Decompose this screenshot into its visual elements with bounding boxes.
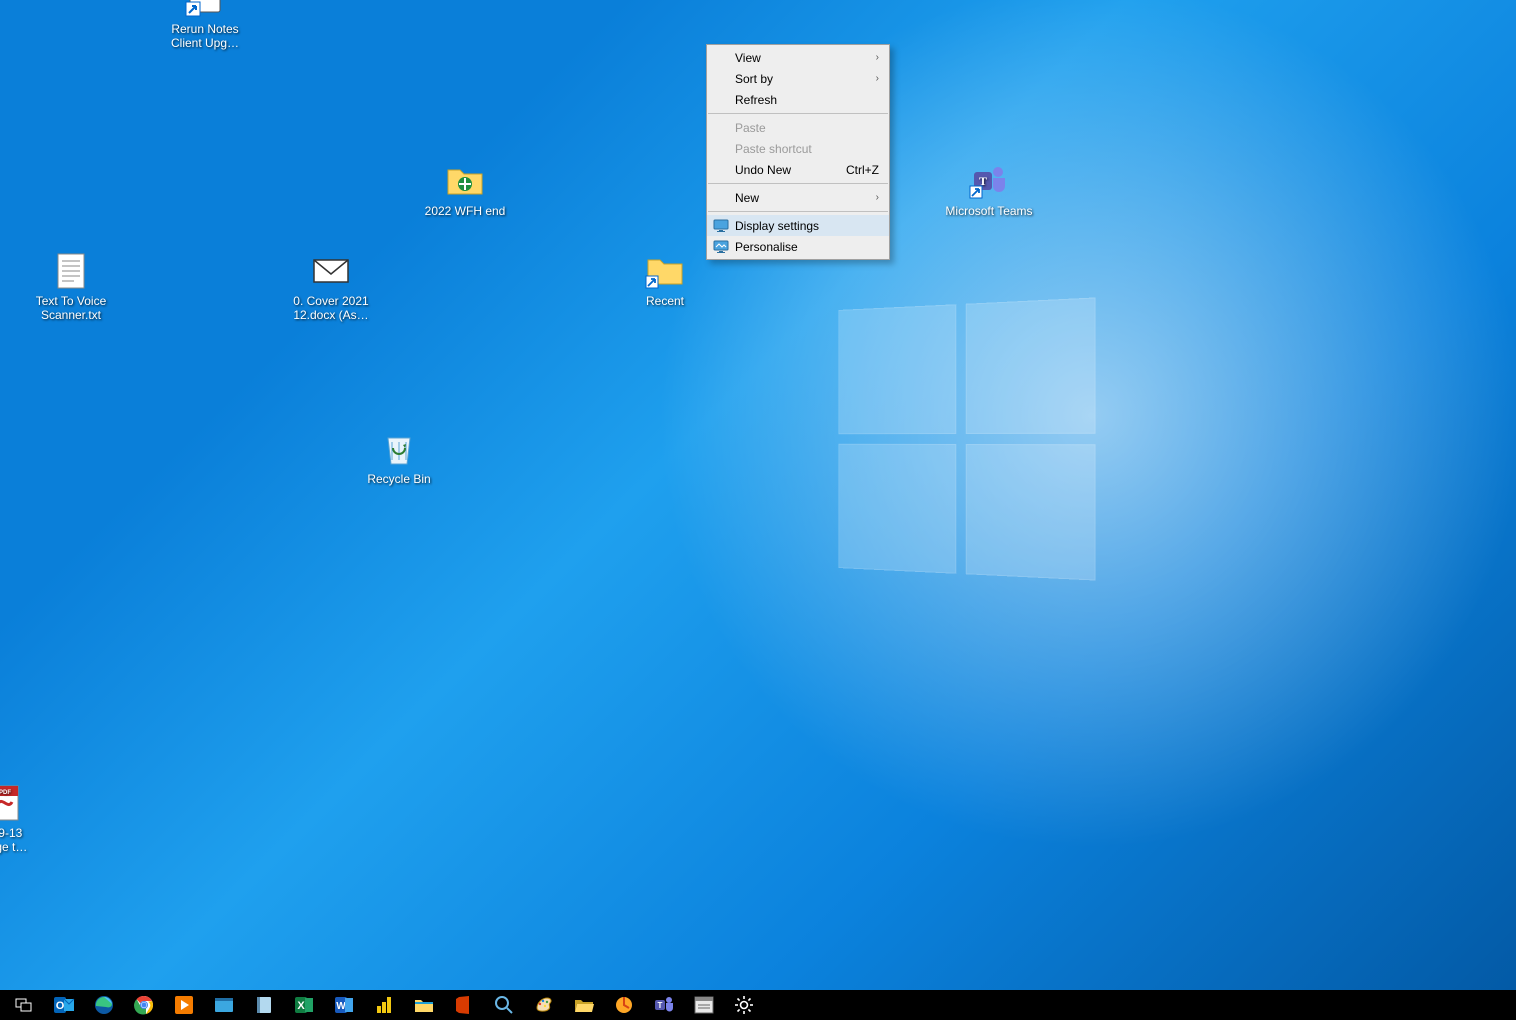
text-file-icon — [50, 250, 92, 292]
personalise-icon — [713, 239, 729, 255]
menu-label: Sort by — [735, 72, 773, 86]
menu-item-undo-new[interactable]: Undo New Ctrl+Z — [707, 159, 889, 180]
menu-item-paste: Paste — [707, 117, 889, 138]
shortcut-icon — [184, 0, 226, 20]
chevron-right-icon: › — [876, 192, 883, 203]
teams-icon: T — [968, 160, 1010, 202]
outlook-icon: O — [53, 994, 75, 1016]
pdf-icon: PDF — [0, 782, 26, 824]
folder-icon — [444, 160, 486, 202]
file-explorer-icon — [413, 994, 435, 1016]
windows-logo-wallpaper — [838, 297, 1095, 580]
word-icon: W — [333, 994, 355, 1016]
taskbar-power-bi[interactable] — [364, 990, 404, 1020]
desktop-icon-recycle-bin[interactable]: Recycle Bin — [354, 428, 444, 486]
menu-label: New — [735, 191, 759, 205]
icon-label: Rerun Notes Client Upg… — [160, 22, 250, 50]
settings-gear-icon — [733, 994, 755, 1016]
menu-item-view[interactable]: View › — [707, 47, 889, 68]
menu-separator — [708, 211, 888, 212]
folder-open-icon — [573, 994, 595, 1016]
office-icon — [453, 994, 475, 1016]
folder-shortcut-icon — [644, 250, 686, 292]
menu-item-paste-shortcut: Paste shortcut — [707, 138, 889, 159]
taskbar-task-view[interactable] — [4, 990, 44, 1020]
icon-label: 2022 WFH end — [425, 204, 506, 218]
taskbar-outlook[interactable]: O — [44, 990, 84, 1020]
chevron-right-icon: › — [876, 52, 883, 63]
menu-shortcut: Ctrl+Z — [846, 163, 883, 177]
menu-label: Paste — [735, 121, 766, 135]
desktop-icon-2022-wfh[interactable]: 2022 WFH end — [420, 160, 510, 218]
media-player-icon — [173, 994, 195, 1016]
desktop-icon-recent[interactable]: Recent — [620, 250, 710, 308]
menu-separator — [708, 113, 888, 114]
taskbar-office[interactable] — [444, 990, 484, 1020]
menu-item-new[interactable]: New › — [707, 187, 889, 208]
menu-separator — [708, 183, 888, 184]
utility-icon — [613, 994, 635, 1016]
menu-label: Personalise — [735, 240, 798, 254]
icon-label: Recent — [646, 294, 684, 308]
icon-label: Recycle Bin — [367, 472, 430, 486]
menu-item-refresh[interactable]: Refresh — [707, 89, 889, 110]
chevron-right-icon: › — [876, 73, 883, 84]
menu-label: Undo New — [735, 163, 791, 177]
icon-label: 0. Cover 2021 12.docx (As… — [286, 294, 376, 322]
taskbar-search[interactable] — [484, 990, 524, 1020]
svg-text:W: W — [336, 1001, 346, 1012]
taskbar-word[interactable]: W — [324, 990, 364, 1020]
icon-label: Text To Voice Scanner.txt — [26, 294, 116, 322]
task-view-icon — [15, 996, 33, 1014]
svg-text:O: O — [56, 1000, 65, 1012]
desktop-icon-cover-2021[interactable]: 0. Cover 2021 12.docx (As… — [286, 250, 376, 322]
taskbar-app-window[interactable] — [684, 990, 724, 1020]
menu-item-sort-by[interactable]: Sort by › — [707, 68, 889, 89]
taskbar-edge[interactable] — [84, 990, 124, 1020]
window-icon — [213, 994, 235, 1016]
journal-icon — [253, 994, 275, 1016]
taskbar-settings[interactable] — [724, 990, 764, 1020]
edge-icon — [93, 994, 115, 1016]
desktop-context-menu: View › Sort by › Refresh Paste Paste sho… — [706, 44, 890, 260]
taskbar-file-explorer[interactable] — [404, 990, 444, 1020]
menu-label: Refresh — [735, 93, 777, 107]
desktop-icon-rerun-notes[interactable]: Rerun Notes Client Upg… — [160, 0, 250, 50]
icon-label: Microsoft Teams — [945, 204, 1032, 218]
mail-icon — [310, 250, 352, 292]
desktop-icon-pdf-partial[interactable]: PDF -09-13 sage t… — [0, 782, 40, 854]
menu-label: View — [735, 51, 761, 65]
teams-icon: T — [653, 994, 675, 1016]
taskbar-utility[interactable] — [604, 990, 644, 1020]
power-bi-icon — [373, 994, 395, 1016]
taskbar-journal[interactable] — [244, 990, 284, 1020]
excel-icon: X — [293, 994, 315, 1016]
taskbar-excel[interactable]: X — [284, 990, 324, 1020]
taskbar-teams[interactable]: T — [644, 990, 684, 1020]
svg-text:X: X — [297, 1000, 305, 1012]
menu-item-personalise[interactable]: Personalise — [707, 236, 889, 257]
taskbar: O X W T — [0, 990, 1516, 1020]
menu-label: Paste shortcut — [735, 142, 812, 156]
search-icon — [493, 994, 515, 1016]
icon-label: -09-13 sage t… — [0, 826, 27, 854]
svg-text:PDF: PDF — [0, 790, 11, 796]
menu-label: Display settings — [735, 219, 819, 233]
desktop-icon-text-to-voice[interactable]: Text To Voice Scanner.txt — [26, 250, 116, 322]
taskbar-window[interactable] — [204, 990, 244, 1020]
taskbar-paint[interactable] — [524, 990, 564, 1020]
desktop-icon-microsoft-teams[interactable]: T Microsoft Teams — [944, 160, 1034, 218]
taskbar-media-player[interactable] — [164, 990, 204, 1020]
recycle-bin-icon — [378, 428, 420, 470]
taskbar-folder-open[interactable] — [564, 990, 604, 1020]
menu-item-display-settings[interactable]: Display settings — [707, 215, 889, 236]
svg-text:T: T — [658, 1001, 663, 1010]
chrome-icon — [133, 994, 155, 1016]
desktop[interactable]: Rerun Notes Client Upg… 2022 WFH end Tex… — [0, 0, 1516, 990]
paint-icon — [533, 994, 555, 1016]
display-settings-icon — [713, 218, 729, 234]
app-window-icon — [693, 994, 715, 1016]
taskbar-chrome[interactable] — [124, 990, 164, 1020]
